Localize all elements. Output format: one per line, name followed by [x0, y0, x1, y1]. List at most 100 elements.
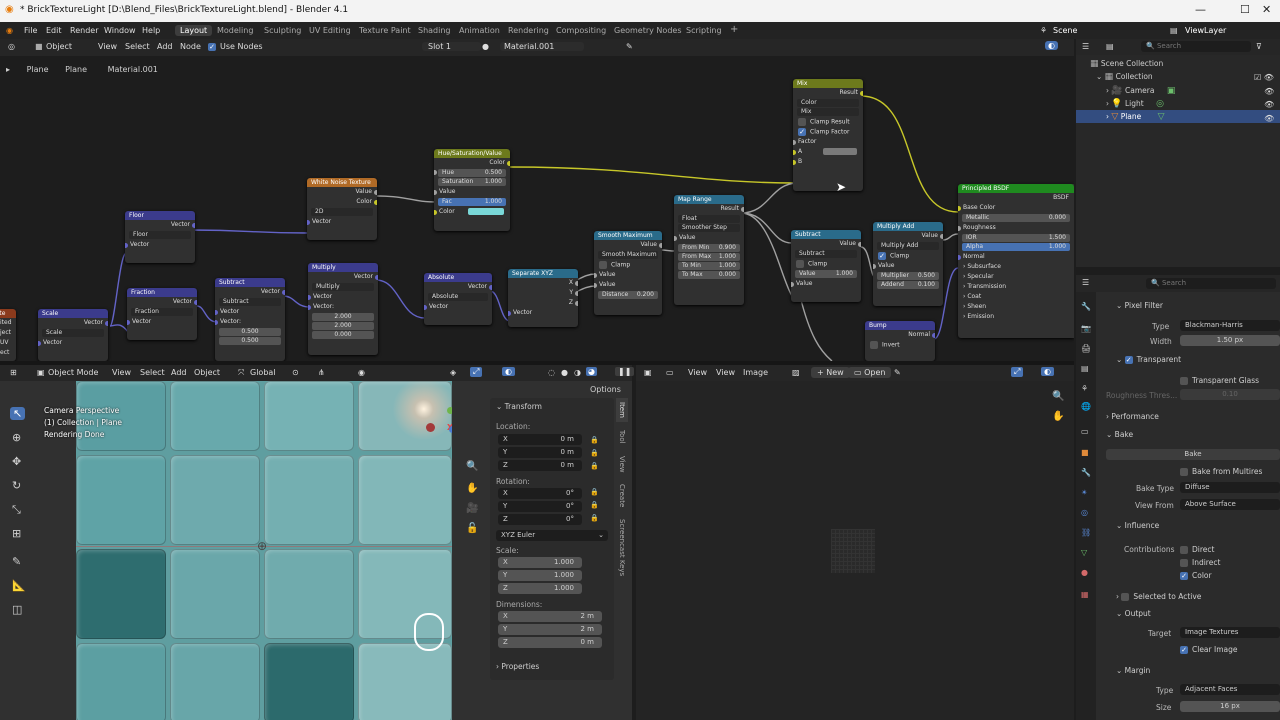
- viewport-menu-select[interactable]: Select: [140, 368, 165, 377]
- influence-header[interactable]: ⌄ Influence: [1116, 521, 1159, 530]
- tab-scripting[interactable]: Scripting: [681, 25, 727, 36]
- viewport-menu-object[interactable]: Object: [194, 368, 220, 377]
- pixel-filter-width-field[interactable]: 1.50 px: [1180, 335, 1280, 346]
- outliner-editor-icon[interactable]: ☰: [1082, 42, 1089, 51]
- zoom-icon[interactable]: 🔍: [466, 461, 478, 472]
- menu-edit[interactable]: Edit: [46, 26, 62, 35]
- pixel-filter-header[interactable]: ⌄ Pixel Filter: [1116, 301, 1163, 310]
- tab-layout[interactable]: Layout: [175, 25, 213, 36]
- rotation-z-field[interactable]: Z 0°: [498, 514, 582, 525]
- subtract-math-op-dropdown[interactable]: Subtract: [795, 250, 857, 258]
- tab-view[interactable]: View: [616, 452, 628, 477]
- menu-help[interactable]: Help: [142, 26, 160, 35]
- white-noise-dimension-dropdown[interactable]: 2D: [311, 208, 373, 216]
- pin-icon[interactable]: ✎: [626, 42, 633, 51]
- mix-a-socket[interactable]: A: [793, 147, 863, 157]
- clear-image-checkbox[interactable]: ✓ Clear Image: [1180, 645, 1238, 654]
- gizmo-toggle-icon[interactable]: ⤢: [470, 367, 483, 377]
- add-workspace-button[interactable]: +: [725, 23, 743, 36]
- transform-orientation-dropdown[interactable]: Global: [250, 368, 276, 377]
- node-multiply-add[interactable]: Multiply Add Value Multiply Add ✓ Clamp V…: [873, 222, 943, 306]
- node-scale[interactable]: Scale Vector Scale Vector: [38, 309, 108, 361]
- data-tab-icon[interactable]: ▽: [1081, 548, 1087, 557]
- select-tool-icon[interactable]: ↖: [10, 407, 26, 420]
- gizmo-z-icon[interactable]: [449, 426, 452, 433]
- material-tab-icon[interactable]: ●: [1081, 568, 1088, 577]
- tab-tool[interactable]: Tool: [616, 426, 628, 448]
- outliner-display-mode-icon[interactable]: ▤: [1106, 42, 1114, 51]
- map-range-from-max[interactable]: From Max 1.000: [678, 253, 740, 261]
- node-smooth-maximum[interactable]: Smooth Maximum Value Smooth Maximum Clam…: [594, 231, 662, 315]
- location-z-field[interactable]: Z0 m: [498, 460, 582, 471]
- close-button[interactable]: ✕: [1262, 3, 1271, 16]
- node-map-range[interactable]: Map Range Result Float Smoother Step Val…: [674, 195, 744, 305]
- dimensions-z-field[interactable]: Z0 m: [498, 637, 602, 648]
- outliner-item-light[interactable]: › 💡 Light ◎: [1106, 99, 1164, 109]
- multiply-y-field[interactable]: 2.000: [312, 322, 374, 330]
- bake-from-multires-checkbox[interactable]: Bake from Multires: [1180, 467, 1262, 476]
- bake-type-dropdown[interactable]: Diffuse: [1180, 482, 1280, 493]
- menu-render[interactable]: Render: [70, 26, 98, 35]
- scale-y-field[interactable]: Y 1.000: [498, 570, 582, 581]
- properties-editor-icon[interactable]: ☰: [1082, 278, 1089, 287]
- menu-node[interactable]: Node: [180, 42, 201, 51]
- performance-header[interactable]: › Performance: [1106, 412, 1159, 421]
- shader-type-dropdown[interactable]: Object: [46, 42, 72, 51]
- output-tab-icon[interactable]: 🖨: [1081, 344, 1091, 353]
- margin-size-field[interactable]: 16 px: [1180, 701, 1280, 712]
- node-texture-coordinate-partial[interactable]: iate ited ject UV ect: [0, 309, 16, 361]
- use-nodes-checkbox[interactable]: ✓: [208, 42, 220, 51]
- target-dropdown[interactable]: Image Textures: [1180, 627, 1280, 638]
- tab-texture-paint[interactable]: Texture Paint: [354, 25, 416, 36]
- annotate-tool-icon[interactable]: ✎: [12, 555, 21, 568]
- bsdf-ior[interactable]: IOR 1.500: [962, 234, 1070, 242]
- overlay-toggle-icon[interactable]: ◐: [1045, 41, 1058, 50]
- viewport-menu-add[interactable]: Add: [171, 368, 187, 377]
- maximize-button[interactable]: ☐: [1240, 3, 1250, 16]
- snap-icon[interactable]: ⋔: [318, 368, 325, 377]
- material-name-field[interactable]: Material.001: [500, 42, 585, 51]
- subtract-math-value-field[interactable]: Value 1.000: [795, 270, 857, 278]
- gizmo-x-icon[interactable]: [426, 423, 435, 432]
- scene-selector[interactable]: Scene: [1053, 26, 1077, 35]
- properties-panel-header[interactable]: › Properties: [496, 662, 539, 671]
- pause-render-icon[interactable]: ❚❚: [615, 367, 635, 376]
- tab-rendering[interactable]: Rendering: [503, 25, 554, 36]
- bake-button[interactable]: Bake: [1106, 449, 1280, 460]
- margin-header[interactable]: ⌄ Margin: [1116, 666, 1150, 675]
- multiply-z-field[interactable]: 0.000: [312, 331, 374, 339]
- scale-z-field[interactable]: Z 1.000: [498, 583, 582, 594]
- image-view-mode-icon[interactable]: ▭: [666, 368, 674, 377]
- tab-create[interactable]: Create: [616, 480, 628, 511]
- mix-factor-socket[interactable]: Factor: [793, 137, 863, 147]
- node-subtract-vector[interactable]: Subtract Vector Subtract Vector Vector: …: [215, 278, 285, 361]
- 3d-viewport[interactable]: ⊞ ▣ Object Mode View Select Add Object ⤧…: [0, 365, 635, 720]
- node-separate-xyz[interactable]: Separate XYZ X Y Z Vector: [508, 269, 578, 327]
- bsdf-alpha[interactable]: Alpha 1.000: [962, 243, 1070, 251]
- node-subtract-math[interactable]: Subtract Value Subtract Clamp Value 1.000…: [791, 230, 861, 302]
- tab-shading[interactable]: Shading: [413, 25, 456, 36]
- pixel-filter-type-dropdown[interactable]: Blackman-Harris: [1180, 320, 1280, 331]
- map-range-interp-dropdown[interactable]: Smoother Step: [678, 224, 740, 232]
- bake-header[interactable]: ⌄ Bake: [1106, 430, 1133, 439]
- image-menu-view-2[interactable]: View: [716, 368, 735, 377]
- multiply-add-multiplier[interactable]: Multiplier 0.500: [877, 272, 939, 280]
- location-x-field[interactable]: X0 m: [498, 434, 582, 445]
- camera-view-icon[interactable]: 🎥: [466, 503, 478, 514]
- node-absolute[interactable]: Absolute Vector Absolute Vector: [424, 273, 492, 325]
- solid-shading-icon[interactable]: ●: [561, 368, 568, 377]
- multiply-x-field[interactable]: 2.000: [312, 313, 374, 321]
- image-gizmo-icon[interactable]: ⤢: [1011, 367, 1024, 377]
- cursor-tool-icon[interactable]: ⊕: [12, 431, 21, 444]
- collection-row[interactable]: ⌄ ▦ Collection: [1096, 72, 1153, 82]
- view-from-dropdown[interactable]: Above Surface: [1180, 499, 1280, 510]
- texture-tab-icon[interactable]: ▦: [1081, 590, 1089, 599]
- smooth-max-op-dropdown[interactable]: Smooth Maximum: [598, 251, 658, 259]
- constraints-tab-icon[interactable]: ⛓: [1081, 528, 1091, 537]
- transparent-header[interactable]: ⌄ ✓ Transparent: [1116, 355, 1181, 364]
- outliner[interactable]: ☰ ▤ 🔍 Search ⊽ ▦ Scene Collection ⌄ ▦ Co…: [1076, 39, 1280, 267]
- menu-view[interactable]: View: [98, 42, 117, 51]
- viewport-editor-type-icon[interactable]: ⊞: [10, 368, 17, 377]
- multiply-add-op-dropdown[interactable]: Multiply Add: [877, 242, 939, 250]
- node-white-noise-texture[interactable]: White Noise Texture Value Color 2D Vecto…: [307, 178, 377, 240]
